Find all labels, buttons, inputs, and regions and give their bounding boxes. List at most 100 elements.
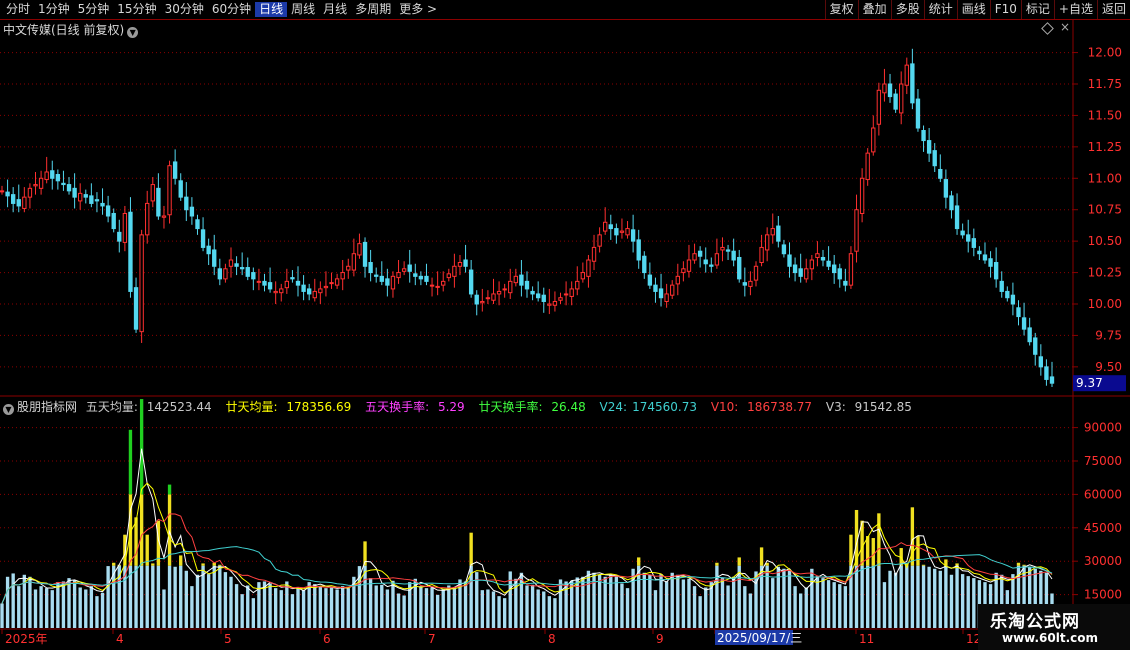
volume-bar-highlight: [759, 547, 764, 566]
candle: [139, 234, 144, 333]
add-watchlist-button[interactable]: +自选: [1053, 0, 1097, 19]
stock-chart[interactable]: 12.00 11.75 11.50 11.25 11.00 10.75 10.50 10.25…: [0, 0, 1130, 650]
volume-bar: [201, 565, 205, 628]
volume-bar: [184, 570, 188, 628]
tab-period[interactable]: 30分钟: [161, 2, 208, 17]
date-tick-label: 8: [548, 632, 556, 646]
candle: [932, 150, 937, 167]
volume-bar: [195, 574, 200, 628]
volume-bar: [910, 565, 915, 628]
legend-ma5: 五天均量: 142523.44: [85, 400, 212, 414]
volume-bar: [408, 582, 412, 628]
legend-v3: V3: 91542.85: [825, 400, 912, 414]
watermark-url: www.60lt.com: [1002, 631, 1099, 645]
mark-button[interactable]: 标记: [1020, 0, 1054, 19]
tab-period[interactable]: 周线: [287, 2, 319, 17]
tab-period[interactable]: 5分钟: [74, 2, 114, 17]
candle: [111, 212, 116, 230]
period-tabs: 分时 1分钟 5分钟 15分钟 30分钟 60分钟 日线 周线 月线 多周期 更…: [2, 2, 441, 17]
restore-rights-button[interactable]: 复权: [824, 0, 858, 19]
multi-stock-button[interactable]: 多股: [890, 0, 924, 19]
candle: [882, 83, 887, 94]
tab-period[interactable]: 多周期: [351, 2, 395, 17]
volume-bar: [603, 576, 607, 628]
volume-bar: [676, 574, 680, 628]
volume-bars: [0, 399, 1054, 628]
price-tick-label: 11.50: [1088, 108, 1122, 122]
volume-bar: [441, 588, 445, 628]
volume-bar: [363, 565, 367, 628]
back-button[interactable]: 返回: [1096, 0, 1130, 19]
candle: [340, 272, 345, 280]
f10-button[interactable]: F10: [989, 0, 1021, 19]
tab-more[interactable]: 更多 >: [395, 2, 441, 17]
volume-bar: [648, 574, 652, 628]
candle: [424, 275, 429, 282]
volume-bar: [933, 568, 937, 628]
candle: [27, 187, 33, 198]
volume-bar: [251, 598, 256, 628]
volume-bar: [502, 598, 507, 628]
volume-bar: [223, 572, 228, 628]
candle: [390, 275, 396, 290]
candle: [195, 219, 200, 230]
candle: [485, 297, 491, 300]
volume-bar-highlight: [145, 534, 149, 566]
candle: [569, 288, 574, 297]
volume-bar: [22, 574, 27, 628]
tab-period[interactable]: 60分钟: [208, 2, 255, 17]
volume-bar: [575, 577, 579, 628]
diamond-icon[interactable]: [1041, 22, 1054, 35]
volume-bar: [653, 590, 658, 628]
candle: [502, 288, 507, 291]
candle: [725, 249, 731, 252]
candle: [55, 174, 61, 182]
volume-bar: [955, 565, 959, 628]
volume-bar-highlight: [179, 555, 183, 566]
candle: [156, 187, 161, 217]
draw-line-button[interactable]: 画线: [956, 0, 990, 19]
volume-bar: [787, 570, 792, 628]
volume-bar: [860, 565, 864, 628]
price-tick-label: 10.50: [1088, 234, 1122, 248]
candle: [5, 191, 10, 197]
volume-bar: [564, 581, 568, 628]
volume-bar: [938, 570, 942, 628]
candle: [714, 253, 720, 266]
main-chart-title[interactable]: 中文传媒(日线 前复权) ▼: [3, 21, 139, 38]
volume-bar: [112, 565, 116, 628]
candle: [362, 241, 368, 267]
candle: [1033, 337, 1038, 355]
volume-bar: [614, 576, 619, 628]
candle: [636, 239, 641, 261]
tab-period[interactable]: 1分钟: [34, 2, 74, 17]
volume-bar: [452, 587, 457, 628]
date-tick-label: 2025年: [5, 632, 48, 646]
candle: [452, 265, 457, 277]
tab-period[interactable]: 15分钟: [113, 2, 160, 17]
candle: [50, 170, 55, 179]
volume-bar: [128, 565, 133, 628]
volume-bar: [396, 593, 401, 628]
volume-bar: [5, 576, 10, 628]
candle: [508, 280, 513, 294]
candle: [429, 284, 435, 287]
date-tick-label: 5: [224, 632, 232, 646]
tab-period[interactable]: 月线: [319, 2, 351, 17]
candle: [804, 268, 809, 280]
tab-period-daily[interactable]: 日线: [255, 2, 288, 17]
tab-period[interactable]: 分时: [2, 2, 34, 17]
chevron-down-icon[interactable]: ▼: [127, 27, 139, 38]
candle: [161, 215, 167, 218]
volume-bar-highlight: [637, 557, 641, 566]
overlay-button[interactable]: 叠加: [857, 0, 891, 19]
close-icon[interactable]: ×: [1060, 20, 1070, 34]
volume-bar-highlight: [218, 564, 222, 566]
chevron-down-icon[interactable]: ▼: [3, 404, 14, 415]
volume-bar-highlight: [860, 520, 864, 566]
candle: [642, 255, 647, 274]
statistics-button[interactable]: 统计: [923, 0, 957, 19]
candle: [418, 275, 424, 280]
volume-bar-peak: [167, 484, 172, 495]
volume-bar-highlight: [899, 548, 903, 566]
